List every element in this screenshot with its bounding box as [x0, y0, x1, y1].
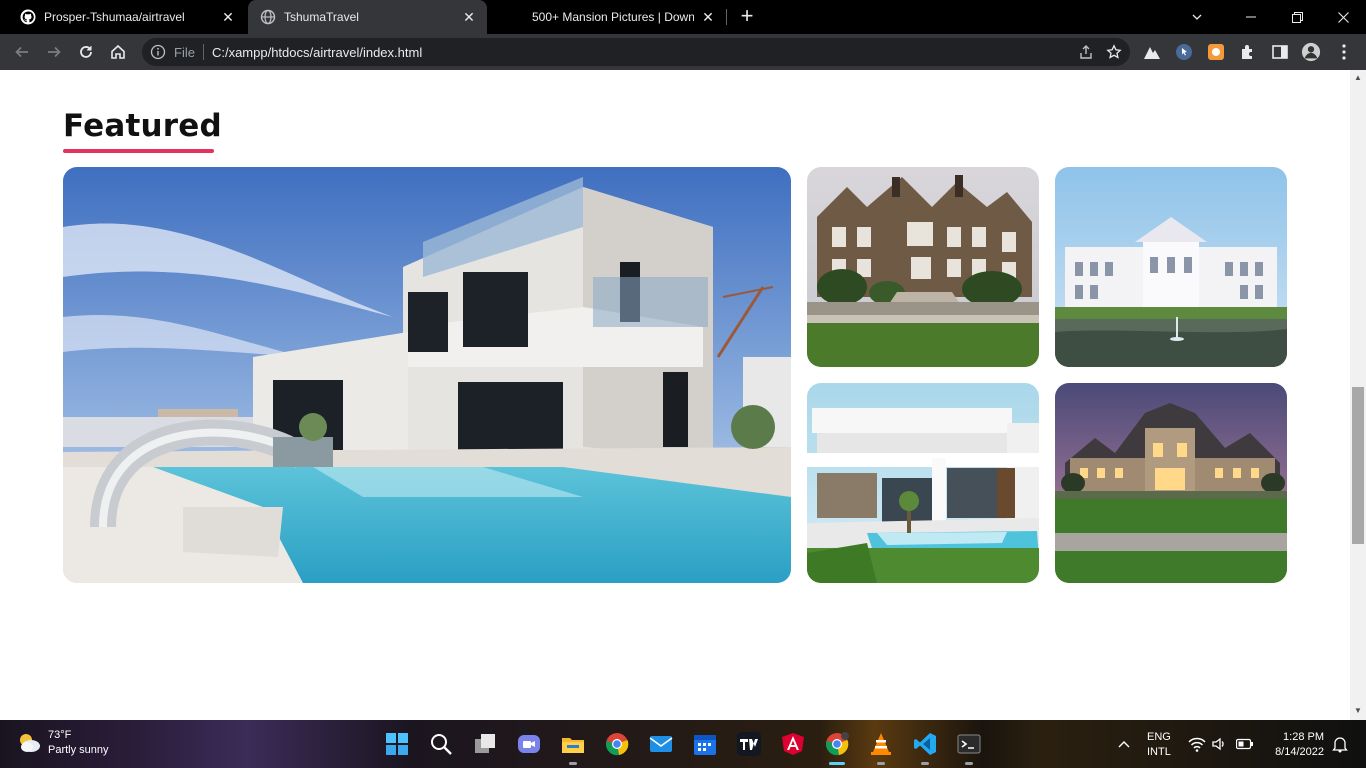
tab-title: 500+ Mansion Pictures | Downlo: [532, 10, 694, 24]
partly-sunny-icon: [20, 734, 40, 752]
forward-button[interactable]: [40, 38, 68, 66]
modern-house-image: [807, 383, 1039, 583]
home-icon: [111, 44, 125, 59]
tab-github[interactable]: Prosper-Tshumaa/airtravel ✕: [0, 0, 246, 34]
gothic-manor-image: [807, 167, 1039, 367]
wifi-icon[interactable]: [1188, 736, 1206, 752]
villa-pool-image: [63, 167, 791, 583]
tab-search-chevron-icon[interactable]: [1174, 0, 1220, 34]
side-panel-icon[interactable]: [1270, 42, 1290, 62]
battery-icon[interactable]: [1236, 738, 1254, 750]
extension-mountain-icon[interactable]: [1142, 42, 1162, 62]
minimize-button[interactable]: [1228, 0, 1274, 34]
running-indicator: [877, 762, 885, 765]
running-indicator: [569, 762, 577, 765]
close-window-button[interactable]: [1320, 0, 1366, 34]
running-indicator: [921, 762, 929, 765]
windows-taskbar: 73°F Partly sunny ENG INTL 1:28 PM 8/14/…: [0, 720, 1366, 768]
white-mansion-image: [1055, 167, 1287, 367]
language-code: ENG: [1147, 731, 1171, 743]
featured-image-modern-house[interactable]: [807, 383, 1039, 583]
weather-temp: 73°F: [48, 729, 72, 741]
page-viewport: Featured: [0, 70, 1350, 720]
globe-icon: [260, 9, 276, 25]
system-clock[interactable]: 1:28 PM 8/14/2022: [1262, 730, 1324, 760]
running-indicator: [965, 762, 973, 765]
profile-avatar-icon[interactable]: [1301, 42, 1321, 62]
featured-image-white-mansion[interactable]: [1055, 167, 1287, 367]
restore-button[interactable]: [1274, 0, 1320, 34]
omnibox-divider: [202, 44, 204, 60]
notifications-icon[interactable]: [1332, 735, 1348, 753]
tab-title: Prosper-Tshumaa/airtravel: [44, 10, 185, 24]
reload-icon: [80, 46, 92, 58]
angular-icon[interactable]: [781, 732, 805, 756]
weather-condition: Partly sunny: [48, 744, 109, 756]
tab-mansion-pictures[interactable]: 500+ Mansion Pictures | Downlo ✕: [488, 0, 726, 34]
unsplash-icon: [508, 9, 524, 25]
search-icon[interactable]: [429, 732, 453, 756]
input-language[interactable]: ENG INTL: [1147, 730, 1171, 760]
task-view-icon[interactable]: [473, 732, 497, 756]
browser-tab-bar: Prosper-Tshumaa/airtravel ✕ TshumaTravel…: [0, 0, 1366, 34]
active-indicator: [829, 762, 845, 765]
window-controls: [1174, 0, 1366, 34]
address-bar[interactable]: File C:/xampp/htdocs/airtravel/index.htm…: [142, 38, 1130, 66]
section-title-underline: [63, 149, 214, 153]
extension-cursor-icon[interactable]: [1174, 42, 1194, 62]
file-explorer-icon[interactable]: [561, 732, 585, 756]
forward-arrow-icon: [48, 46, 61, 58]
show-hidden-icons-chevron-icon[interactable]: [1117, 738, 1131, 750]
volume-icon[interactable]: [1211, 736, 1227, 752]
back-button[interactable]: [8, 38, 36, 66]
windows-start-icon[interactable]: [385, 732, 409, 756]
terminal-icon[interactable]: [957, 732, 981, 756]
bookmark-star-icon[interactable]: [1104, 42, 1124, 62]
dusk-mansion-image: [1055, 383, 1287, 583]
clock-time: 1:28 PM: [1283, 731, 1324, 743]
tradingview-icon[interactable]: [737, 732, 761, 756]
mail-icon[interactable]: [649, 732, 673, 756]
section-title: Featured: [63, 108, 222, 144]
extensions-puzzle-icon[interactable]: [1238, 42, 1258, 62]
featured-image-manor[interactable]: [807, 167, 1039, 367]
reload-button[interactable]: [72, 38, 100, 66]
scheme-label: File: [174, 44, 195, 60]
back-arrow-icon: [15, 46, 28, 58]
home-button[interactable]: [104, 38, 132, 66]
calendar-icon[interactable]: [693, 732, 717, 756]
new-tab-button[interactable]: +: [736, 5, 758, 28]
tab-close-icon[interactable]: ✕: [700, 9, 716, 25]
featured-main-image[interactable]: [63, 167, 791, 583]
clock-date: 8/14/2022: [1275, 746, 1324, 758]
tab-title: TshumaTravel: [284, 10, 359, 24]
vscode-icon[interactable]: [913, 732, 937, 756]
share-icon[interactable]: [1076, 42, 1096, 62]
keyboard-layout: INTL: [1147, 746, 1171, 758]
featured-image-dusk-mansion[interactable]: [1055, 383, 1287, 583]
url-text[interactable]: C:/xampp/htdocs/airtravel/index.html: [212, 45, 422, 60]
tab-tshumatravel[interactable]: TshumaTravel ✕: [248, 0, 487, 34]
github-icon: [20, 9, 36, 25]
teams-chat-icon[interactable]: [517, 732, 541, 756]
vlc-icon[interactable]: [869, 732, 893, 756]
page-scrollbar[interactable]: ▲ ▼: [1350, 70, 1366, 720]
scrollbar-thumb[interactable]: [1352, 387, 1364, 544]
chrome-menu-icon[interactable]: [1334, 42, 1354, 62]
tab-separator: [726, 9, 727, 25]
tab-close-icon[interactable]: ✕: [220, 9, 236, 25]
scroll-down-arrow-icon[interactable]: ▼: [1354, 707, 1362, 715]
scroll-up-arrow-icon[interactable]: ▲: [1354, 74, 1362, 82]
tab-close-icon[interactable]: ✕: [461, 9, 477, 25]
extension-orange-icon[interactable]: [1206, 42, 1226, 62]
info-icon[interactable]: [150, 44, 166, 60]
chrome-profile-icon[interactable]: [825, 732, 849, 756]
chrome-icon[interactable]: [605, 732, 629, 756]
weather-widget[interactable]: 73°F Partly sunny: [16, 728, 109, 758]
